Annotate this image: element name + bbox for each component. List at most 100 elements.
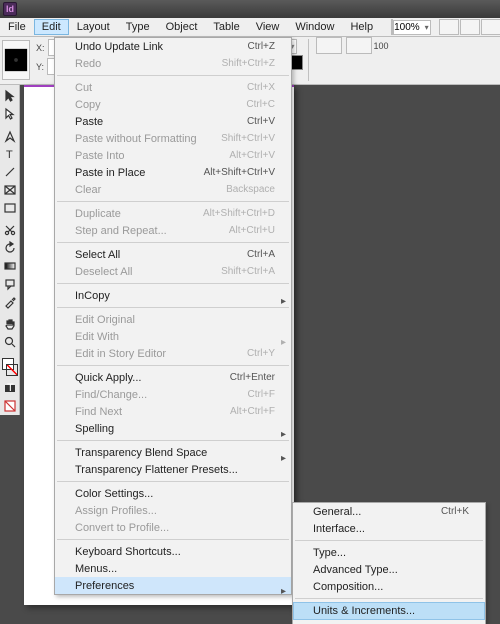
menu-item-shortcut: Ctrl+V bbox=[247, 116, 275, 127]
edit-menu-item-duplicate: DuplicateAlt+Shift+Ctrl+D bbox=[55, 205, 291, 222]
reference-point-proxy[interactable] bbox=[2, 40, 30, 80]
edit-menu-item-color-settings[interactable]: Color Settings... bbox=[55, 485, 291, 502]
menu-item-label: Duplicate bbox=[75, 208, 121, 220]
menu-item-label: Preferences bbox=[75, 580, 134, 592]
edit-menu-item-menus[interactable]: Menus... bbox=[55, 560, 291, 577]
menu-layout[interactable]: Layout bbox=[69, 19, 118, 35]
edit-menu-item-incopy[interactable]: InCopy bbox=[55, 287, 291, 304]
prefs-menu-item-interface[interactable]: Interface... bbox=[293, 520, 485, 537]
edit-menu-item-edit-with: Edit With bbox=[55, 328, 291, 345]
rotate-tool[interactable] bbox=[1, 239, 19, 257]
menu-item-label: Paste bbox=[75, 116, 103, 128]
edit-menu-item-undo-update-link[interactable]: Undo Update LinkCtrl+Z bbox=[55, 38, 291, 55]
hand-tool[interactable] bbox=[1, 315, 19, 333]
prefs-menu-item-type[interactable]: Type... bbox=[293, 544, 485, 561]
edit-menu-item-find-next: Find NextAlt+Ctrl+F bbox=[55, 403, 291, 420]
menu-item-label: Units & Increments... bbox=[313, 605, 415, 617]
scissors-tool[interactable] bbox=[1, 221, 19, 239]
menu-item-label: Find/Change... bbox=[75, 389, 147, 401]
rectangle-tool[interactable] bbox=[1, 199, 19, 217]
menu-view[interactable]: View bbox=[248, 19, 288, 35]
edit-menu-item-spelling[interactable]: Spelling bbox=[55, 420, 291, 437]
edit-menu-separator bbox=[57, 539, 289, 540]
menu-item-label: Spelling bbox=[75, 423, 114, 435]
edit-menu-separator bbox=[57, 75, 289, 76]
menu-item-label: Quick Apply... bbox=[75, 372, 141, 384]
menu-item-label: Find Next bbox=[75, 406, 122, 418]
menu-item-shortcut: Ctrl+X bbox=[247, 82, 275, 93]
menu-object[interactable]: Object bbox=[158, 19, 206, 35]
edit-menu-item-preferences[interactable]: Preferences bbox=[55, 577, 291, 594]
zoom-level-input[interactable]: 100% bbox=[393, 20, 431, 35]
menu-item-label: Paste in Place bbox=[75, 167, 145, 179]
view-mode-toggle[interactable] bbox=[1, 397, 19, 415]
eyedropper-tool[interactable] bbox=[1, 293, 19, 311]
edit-menu-item-select-all[interactable]: Select AllCtrl+A bbox=[55, 246, 291, 263]
menu-item-label: Clear bbox=[75, 184, 101, 196]
prefs-menu-item-units-increments[interactable]: Units & Increments... bbox=[293, 602, 485, 620]
fill-stroke-swatches[interactable] bbox=[1, 357, 19, 379]
menu-window[interactable]: Window bbox=[287, 19, 342, 35]
line-tool[interactable] bbox=[1, 163, 19, 181]
menu-table[interactable]: Table bbox=[205, 19, 247, 35]
pen-tool[interactable] bbox=[1, 127, 19, 145]
menu-type[interactable]: Type bbox=[118, 19, 158, 35]
menu-edit[interactable]: Edit bbox=[34, 19, 69, 35]
menu-item-label: Menus... bbox=[75, 563, 117, 575]
view-options-group bbox=[439, 19, 500, 35]
edit-menu-item-quick-apply[interactable]: Quick Apply...Ctrl+Enter bbox=[55, 369, 291, 386]
edit-menu-item-edit-original: Edit Original bbox=[55, 311, 291, 328]
menu-item-label: Step and Repeat... bbox=[75, 225, 167, 237]
menu-item-label: Redo bbox=[75, 58, 101, 70]
menu-item-shortcut: Shift+Ctrl+V bbox=[221, 133, 275, 144]
menu-item-label: Select All bbox=[75, 249, 120, 261]
prefs-menu-item-general[interactable]: General...Ctrl+K bbox=[293, 503, 485, 520]
control-separator bbox=[308, 39, 309, 81]
edit-menu-item-paste-in-place[interactable]: Paste in PlaceAlt+Shift+Ctrl+V bbox=[55, 164, 291, 181]
tools-panel: T T bbox=[0, 85, 20, 415]
type-tool[interactable]: T bbox=[1, 145, 19, 163]
edit-menu-item-keyboard-shortcuts[interactable]: Keyboard Shortcuts... bbox=[55, 543, 291, 560]
menu-item-label: Transparency Flattener Presets... bbox=[75, 464, 238, 476]
prefs-menu-item-advanced-type[interactable]: Advanced Type... bbox=[293, 561, 485, 578]
edit-menu-item-transparency-flattener-presets[interactable]: Transparency Flattener Presets... bbox=[55, 461, 291, 478]
effects-button[interactable] bbox=[316, 37, 342, 54]
edit-menu-separator bbox=[57, 440, 289, 441]
opacity-button[interactable] bbox=[346, 37, 372, 54]
menu-item-shortcut: Ctrl+C bbox=[246, 99, 275, 110]
note-tool[interactable] bbox=[1, 275, 19, 293]
gradient-tool[interactable] bbox=[1, 257, 19, 275]
prefs-menu-item-grids[interactable]: Grids... bbox=[293, 620, 485, 624]
menu-item-shortcut: Alt+Ctrl+V bbox=[229, 150, 275, 161]
prefs-menu-item-composition[interactable]: Composition... bbox=[293, 578, 485, 595]
tool-divider bbox=[1, 351, 19, 355]
menu-item-label: Cut bbox=[75, 82, 92, 94]
edit-menu-item-transparency-blend-space[interactable]: Transparency Blend Space bbox=[55, 444, 291, 461]
arrange-documents-button[interactable] bbox=[481, 19, 500, 35]
rectangle-frame-tool[interactable] bbox=[1, 181, 19, 199]
edit-menu-item-paste[interactable]: Paste Ctrl+V bbox=[55, 113, 291, 130]
menu-item-label: Interface... bbox=[313, 523, 365, 535]
zoom-tool[interactable] bbox=[1, 333, 19, 351]
menu-file[interactable]: File bbox=[0, 19, 34, 35]
prefs-menu-separator bbox=[295, 598, 483, 599]
menu-item-shortcut: Backspace bbox=[226, 184, 275, 195]
selection-tool[interactable] bbox=[1, 87, 19, 105]
stroke-swatch[interactable] bbox=[6, 364, 18, 376]
menu-item-shortcut: Shift+Ctrl+A bbox=[221, 266, 275, 277]
menu-help[interactable]: Help bbox=[342, 19, 381, 35]
direct-selection-tool[interactable] bbox=[1, 105, 19, 123]
format-container-toggle[interactable]: T bbox=[1, 379, 19, 397]
menu-item-label: Transparency Blend Space bbox=[75, 447, 207, 459]
screen-mode-button[interactable] bbox=[460, 19, 480, 35]
edit-menu-item-find-change: Find/Change...Ctrl+F bbox=[55, 386, 291, 403]
edit-menu-separator bbox=[57, 307, 289, 308]
menu-bar: File Edit Layout Type Object Table View … bbox=[0, 18, 500, 37]
indesign-app-icon: Id bbox=[3, 2, 17, 16]
view-options-button[interactable] bbox=[439, 19, 459, 35]
menu-item-shortcut: Shift+Ctrl+Z bbox=[222, 58, 275, 69]
edit-menu-item-convert-to-profile: Convert to Profile... bbox=[55, 519, 291, 536]
svg-text:T: T bbox=[6, 149, 13, 161]
menu-item-shortcut: Ctrl+K bbox=[441, 506, 469, 517]
x-label: X: bbox=[36, 43, 45, 53]
